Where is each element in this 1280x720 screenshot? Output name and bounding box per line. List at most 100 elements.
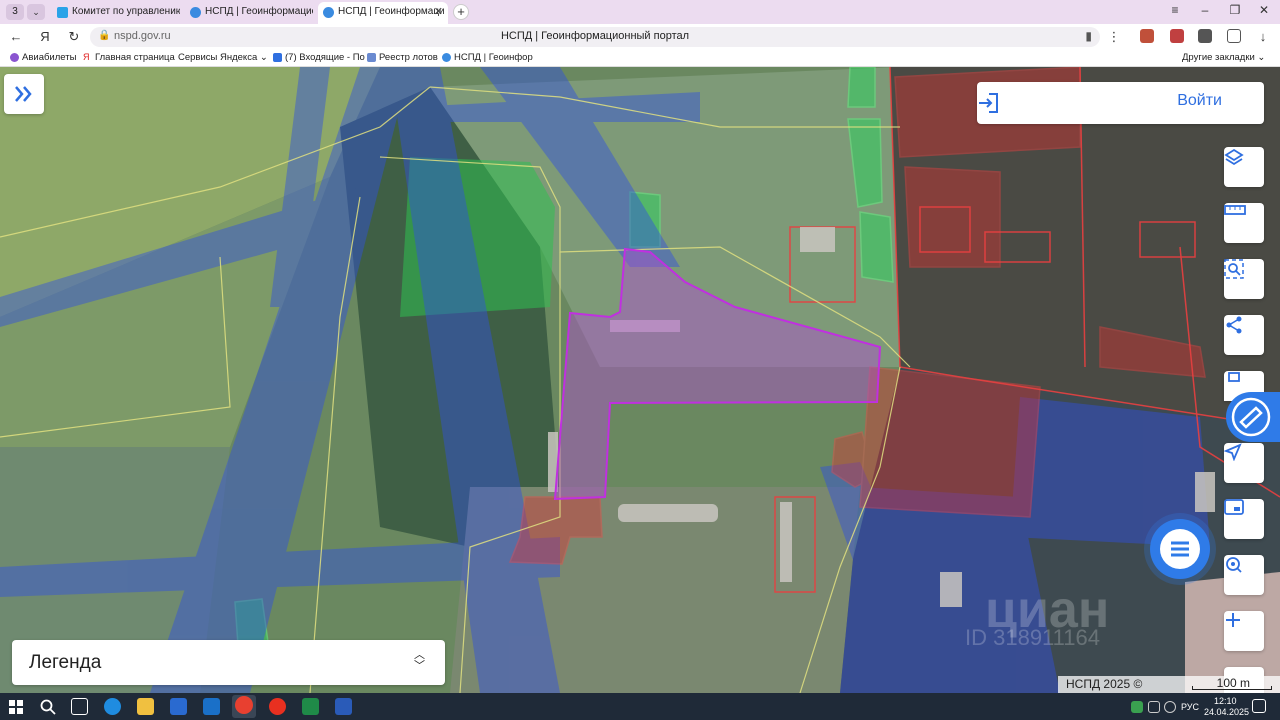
minimap-button[interactable] bbox=[1224, 499, 1264, 539]
yandex-icon[interactable] bbox=[269, 698, 286, 715]
bookmark-folder[interactable]: Сервисы Яндекса ⌄ bbox=[166, 52, 268, 63]
gosuslugi-badge[interactable] bbox=[1226, 392, 1280, 442]
tab-list-dropdown[interactable]: ⌄ bbox=[27, 4, 45, 20]
login-button[interactable]: Войти bbox=[977, 82, 1264, 124]
close-window-button[interactable]: ✕ bbox=[1253, 3, 1275, 17]
zoom-in-button[interactable] bbox=[1224, 611, 1264, 651]
collections-icon[interactable] bbox=[1227, 29, 1241, 43]
tab-favicon-icon bbox=[190, 7, 201, 18]
scale-bar: НСПД 2025 © 100 m bbox=[1058, 676, 1280, 693]
bookmark-item[interactable]: Реестр лотов bbox=[367, 52, 438, 63]
store-icon[interactable] bbox=[170, 698, 187, 715]
address-toolbar: ← Я ↻ 🔒 nspd.gov.ru НСПД | Геоинформацио… bbox=[0, 24, 1280, 50]
browser-tab-strip: 3 ⌄ Комитет по управлению НСПД | Геоинфо… bbox=[0, 0, 1280, 24]
bookmarks-bar: Авиабилеты Я Главная страница Сервисы Янд… bbox=[0, 50, 1280, 67]
chevron-updown-icon: ︿ ﹀ bbox=[414, 649, 425, 672]
task-view-icon[interactable] bbox=[71, 698, 88, 715]
yandex-icon[interactable]: Я bbox=[35, 28, 55, 46]
clock-time[interactable]: 12:10 bbox=[1214, 696, 1237, 706]
page-title: НСПД | Геоинформационный портал bbox=[500, 30, 690, 42]
word-icon[interactable] bbox=[335, 698, 352, 715]
taskbar: РУС 12:10 24.04.2025 bbox=[0, 693, 1280, 720]
tab-nspd-1[interactable]: НСПД | Геоинформацио bbox=[185, 2, 313, 24]
document-stamp-icon bbox=[1231, 397, 1271, 437]
tab-label: НСПД | Геоинформаци bbox=[338, 6, 445, 17]
clock-date[interactable]: 24.04.2025 bbox=[1204, 707, 1249, 717]
location-search-button[interactable] bbox=[1224, 555, 1264, 595]
measure-button[interactable] bbox=[1224, 203, 1264, 243]
legend-title: Легенда bbox=[29, 652, 102, 673]
extension-icon[interactable] bbox=[1170, 29, 1184, 43]
chat-button[interactable] bbox=[1150, 519, 1210, 579]
navigate-button[interactable] bbox=[1224, 443, 1264, 483]
notifications-icon[interactable] bbox=[1252, 699, 1266, 713]
tab-label: НСПД | Геоинформацио bbox=[205, 6, 313, 17]
bookmark-item[interactable]: НСПД | Геоинфор bbox=[442, 52, 533, 63]
bookmark-favicon-icon bbox=[10, 53, 19, 62]
attribution: НСПД 2025 © bbox=[1066, 677, 1143, 691]
login-icon bbox=[979, 93, 998, 113]
green-zone bbox=[847, 67, 876, 108]
windows-start-icon[interactable] bbox=[9, 700, 23, 714]
downloads-icon[interactable]: ↓ bbox=[1253, 28, 1273, 46]
network-icon[interactable] bbox=[1148, 701, 1160, 713]
chat-icon bbox=[1160, 529, 1200, 569]
share-button[interactable] bbox=[1224, 315, 1264, 355]
search-area-icon bbox=[1224, 259, 1244, 279]
other-bookmarks[interactable]: Другие закладки ⌄ bbox=[1170, 52, 1265, 63]
tab-counter[interactable]: 3 bbox=[6, 4, 24, 20]
new-tab-button[interactable]: + bbox=[453, 4, 469, 20]
tabs-menu-icon[interactable]: ≡ bbox=[1164, 3, 1186, 17]
tab-favicon-icon bbox=[57, 7, 68, 18]
restore-button[interactable]: ❐ bbox=[1224, 3, 1246, 17]
file-explorer-icon[interactable] bbox=[137, 698, 154, 715]
extension-icon[interactable] bbox=[1140, 29, 1154, 43]
map-canvas[interactable]: циан ID 318911164 Войти Легенда ︿ ﹀ НСПД… bbox=[0, 67, 1280, 693]
watermark-id: ID 318911164 bbox=[965, 625, 1100, 650]
tab-favicon-icon bbox=[323, 7, 334, 18]
print-icon bbox=[1228, 372, 1240, 382]
language-indicator[interactable]: РУС bbox=[1181, 702, 1199, 712]
search-icon[interactable] bbox=[40, 699, 56, 715]
address-bar[interactable]: 🔒 nspd.gov.ru НСПД | Геоинформационный п… bbox=[90, 27, 1100, 47]
bookmark-favicon-icon bbox=[442, 53, 451, 62]
login-label: Войти bbox=[1177, 92, 1222, 109]
excel-icon[interactable] bbox=[302, 698, 319, 715]
tray-icon[interactable] bbox=[1131, 701, 1143, 713]
bookmark-favicon-icon bbox=[273, 53, 282, 62]
bookmark-favicon-icon bbox=[367, 53, 376, 62]
map-layer: циан ID 318911164 bbox=[0, 67, 1280, 693]
scale-ruler bbox=[1192, 686, 1272, 690]
tab-label: Комитет по управлению bbox=[72, 6, 180, 17]
green-zone bbox=[859, 211, 894, 283]
bookmark-item[interactable]: Я Главная страница bbox=[83, 52, 175, 63]
layers-button[interactable] bbox=[1224, 147, 1264, 187]
back-button[interactable]: ← bbox=[6, 28, 26, 46]
legend-panel[interactable]: Легенда ︿ ﹀ bbox=[12, 640, 445, 685]
minimize-button[interactable]: – bbox=[1194, 3, 1216, 17]
plus-icon bbox=[1226, 613, 1240, 627]
navigation-arrow-icon bbox=[1224, 443, 1242, 461]
tab-committee[interactable]: Комитет по управлению bbox=[52, 2, 180, 24]
bookmark-favicon-icon: Я bbox=[83, 52, 90, 62]
edge-icon[interactable] bbox=[104, 698, 121, 715]
volume-icon[interactable] bbox=[1164, 701, 1176, 713]
reload-button[interactable]: ↻ bbox=[64, 28, 84, 46]
map-pin-search-icon bbox=[1226, 557, 1242, 573]
yandex-browser-icon[interactable] bbox=[232, 695, 256, 718]
tab-close-icon[interactable]: ✕ bbox=[434, 2, 443, 22]
tab-nspd-active[interactable]: НСПД | Геоинформаци ✕ bbox=[318, 2, 448, 24]
more-menu-icon[interactable]: ⋮ bbox=[1104, 28, 1124, 46]
bookmark-item[interactable]: Авиабилеты bbox=[10, 52, 76, 63]
layers-icon bbox=[1224, 148, 1244, 166]
ruler-icon bbox=[1224, 205, 1246, 215]
bookmark-item[interactable]: (7) Входящие - По bbox=[273, 52, 365, 63]
share-icon bbox=[1226, 316, 1242, 334]
outlook-icon[interactable] bbox=[203, 698, 220, 715]
extension-icon[interactable] bbox=[1198, 29, 1212, 43]
bookmark-icon[interactable]: ▮ bbox=[1085, 29, 1092, 43]
picture-in-picture-icon bbox=[1224, 499, 1244, 515]
chevron-double-right-icon bbox=[15, 86, 32, 102]
area-search-button[interactable] bbox=[1224, 259, 1264, 299]
expand-panel-button[interactable] bbox=[4, 74, 44, 114]
